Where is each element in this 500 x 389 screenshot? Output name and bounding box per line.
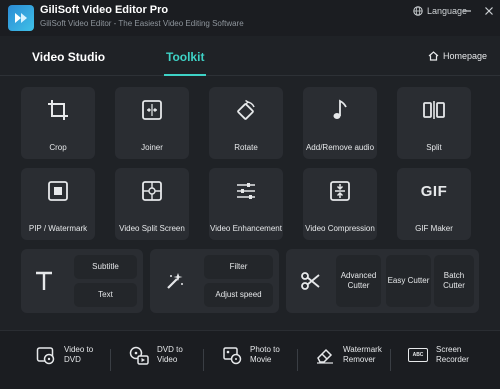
music-note-icon bbox=[333, 99, 347, 119]
group-cutters: Advanced Cutter Easy Cutter Batch Cutter bbox=[286, 249, 479, 313]
gif-icon: GIF bbox=[420, 182, 448, 200]
divider bbox=[297, 349, 298, 371]
advanced-cutter-button[interactable]: Advanced Cutter bbox=[336, 255, 381, 307]
tab-video-studio[interactable]: Video Studio bbox=[32, 50, 105, 64]
tool-gif-maker-label: GIF Maker bbox=[415, 224, 453, 233]
homepage-label: Homepage bbox=[443, 51, 488, 61]
photo-to-movie-button[interactable]: Photo to Movie bbox=[222, 345, 290, 365]
tool-add-remove-audio-label: Add/Remove audio bbox=[305, 143, 375, 152]
rotate-icon bbox=[237, 99, 255, 120]
language-button[interactable]: Language bbox=[413, 6, 467, 16]
text-button[interactable]: Text bbox=[74, 283, 137, 307]
tab-bar: Video Studio Toolkit Homepage bbox=[0, 36, 500, 76]
text-t-icon bbox=[36, 271, 52, 290]
home-icon bbox=[428, 51, 439, 61]
tool-gif-maker[interactable]: GIF GIF Maker bbox=[397, 168, 471, 240]
tool-video-split-screen[interactable]: Video Split Screen bbox=[115, 168, 189, 240]
tool-joiner[interactable]: Joiner bbox=[115, 87, 189, 159]
pip-icon bbox=[48, 181, 68, 201]
close-button[interactable] bbox=[482, 4, 496, 18]
joiner-icon bbox=[142, 100, 162, 120]
scissors-icon bbox=[301, 272, 320, 290]
divider bbox=[390, 349, 391, 371]
screen-recorder-label: Screen Recorder bbox=[436, 345, 469, 364]
app-logo bbox=[8, 5, 34, 31]
dvd-to-video-icon bbox=[129, 346, 149, 365]
split-screen-icon bbox=[142, 181, 162, 201]
homepage-button[interactable]: Homepage bbox=[428, 51, 487, 61]
filter-button[interactable]: Filter bbox=[204, 255, 273, 279]
photo-movie-icon bbox=[223, 347, 242, 365]
eraser-icon bbox=[317, 348, 333, 364]
tool-rotate-label: Rotate bbox=[234, 143, 258, 152]
compression-icon bbox=[330, 181, 350, 201]
tool-add-remove-audio[interactable]: Add/Remove audio bbox=[303, 87, 377, 159]
photo-to-movie-label: Photo to Movie bbox=[250, 345, 280, 364]
globe-icon bbox=[413, 6, 423, 16]
video-to-dvd-button[interactable]: Video to DVD bbox=[36, 345, 100, 365]
tool-video-split-screen-label: Video Split Screen bbox=[119, 224, 185, 233]
app-title: GiliSoft Video Editor Pro bbox=[40, 4, 169, 16]
tool-video-enhancement[interactable]: Video Enhancement bbox=[209, 168, 283, 240]
tool-video-enhancement-label: Video Enhancement bbox=[210, 224, 282, 233]
sliders-icon bbox=[237, 183, 255, 199]
bottom-toolbar: Video to DVD DVD to Video Photo to Movie… bbox=[0, 330, 500, 389]
app-subtitle: GiliSoft Video Editor - The Easiest Vide… bbox=[40, 19, 244, 28]
batch-cutter-button[interactable]: Batch Cutter bbox=[434, 255, 474, 307]
split-icon bbox=[423, 101, 445, 119]
minimize-icon bbox=[463, 10, 471, 12]
magic-wand-icon bbox=[167, 273, 183, 289]
tool-video-compression[interactable]: Video Compression bbox=[303, 168, 377, 240]
disc-icon bbox=[36, 347, 55, 365]
dvd-to-video-label: DVD to Video bbox=[157, 345, 183, 364]
crop-icon bbox=[48, 100, 68, 120]
tab-toolkit[interactable]: Toolkit bbox=[166, 50, 204, 64]
dvd-to-video-button[interactable]: DVD to Video bbox=[129, 345, 193, 365]
group-text-tools: Subtitle Text bbox=[21, 249, 143, 313]
close-icon bbox=[485, 7, 493, 15]
tool-crop[interactable]: Crop bbox=[21, 87, 95, 159]
title-bar: GiliSoft Video Editor Pro GiliSoft Video… bbox=[0, 0, 500, 36]
adjust-speed-button[interactable]: Adjust speed bbox=[204, 283, 273, 307]
screen-recorder-icon: ABC bbox=[408, 348, 428, 362]
active-tab-indicator bbox=[164, 74, 206, 76]
tool-split[interactable]: Split bbox=[397, 87, 471, 159]
tool-rotate[interactable]: Rotate bbox=[209, 87, 283, 159]
tool-crop-label: Crop bbox=[49, 143, 67, 152]
easy-cutter-button[interactable]: Easy Cutter bbox=[386, 255, 431, 307]
tool-pip-watermark-label: PIP / Watermark bbox=[28, 224, 88, 233]
tool-video-compression-label: Video Compression bbox=[305, 224, 375, 233]
group-effects: Filter Adjust speed bbox=[150, 249, 279, 313]
watermark-remover-button[interactable]: Watermark Remover bbox=[315, 345, 391, 365]
minimize-button[interactable] bbox=[460, 4, 474, 18]
tool-split-label: Split bbox=[426, 143, 442, 152]
screen-recorder-button[interactable]: ABC Screen Recorder bbox=[408, 345, 480, 365]
subtitle-button[interactable]: Subtitle bbox=[74, 255, 137, 279]
video-to-dvd-label: Video to DVD bbox=[64, 345, 94, 364]
divider bbox=[203, 349, 204, 371]
divider bbox=[110, 349, 111, 371]
watermark-remover-label: Watermark Remover bbox=[343, 345, 382, 364]
tool-joiner-label: Joiner bbox=[141, 143, 163, 152]
tool-pip-watermark[interactable]: PIP / Watermark bbox=[21, 168, 95, 240]
